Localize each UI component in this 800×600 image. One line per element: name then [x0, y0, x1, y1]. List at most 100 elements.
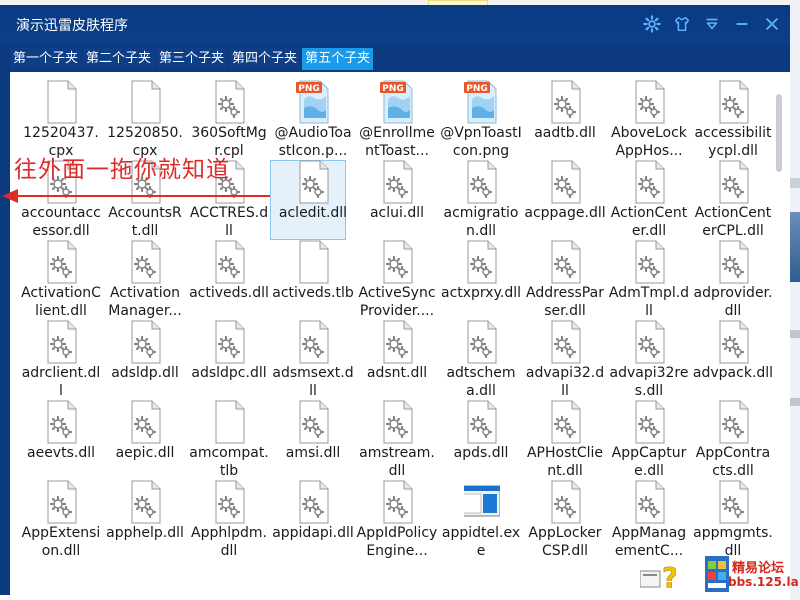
- file-item[interactable]: Apphlpdm.dll: [188, 480, 270, 560]
- file-item[interactable]: ActiveSyncProvider....: [356, 240, 438, 320]
- gear-file-icon: [548, 480, 584, 524]
- file-item[interactable]: PNG @AudioToastIcon.p...: [272, 80, 354, 160]
- file-name-label: appidtel.exe: [441, 525, 521, 559]
- gear-file-icon: [716, 80, 752, 124]
- file-name-label: acppage.dll: [524, 205, 606, 221]
- vertical-scrollbar-thumb[interactable]: [776, 94, 782, 172]
- file-item[interactable]: 360SoftMgr.cpl: [188, 80, 270, 160]
- gear-file-icon: [632, 80, 668, 124]
- file-item[interactable]: ActionCenterCPL.dll: [692, 160, 774, 240]
- svg-text:PNG: PNG: [466, 84, 488, 94]
- file-item[interactable]: AppExtension.dll: [20, 480, 102, 560]
- tab-1[interactable]: 第一个子夹: [10, 48, 82, 70]
- file-item[interactable]: AddressParser.dll: [524, 240, 606, 320]
- file-item[interactable]: adtschema.dll: [440, 320, 522, 400]
- file-item[interactable]: advapi32res.dll: [608, 320, 690, 400]
- file-item[interactable]: amcompat.tlb: [188, 400, 270, 480]
- file-item[interactable]: 12520437.cpx: [20, 80, 102, 160]
- file-item[interactable]: acmigration.dll: [440, 160, 522, 240]
- tab-4[interactable]: 第四个子夹: [229, 48, 301, 70]
- file-item[interactable]: activeds.tlb: [272, 240, 354, 320]
- file-item[interactable]: AppIdPolicyEngine...: [356, 480, 438, 560]
- file-item[interactable]: ActionCenter.dll: [608, 160, 690, 240]
- close-icon[interactable]: [762, 14, 782, 34]
- file-item[interactable]: appidtel.exe: [440, 480, 522, 560]
- file-item[interactable]: appmgmts.dll: [692, 480, 774, 560]
- file-name-label: aeevts.dll: [27, 445, 95, 461]
- watermark-title: 精易论坛: [732, 561, 785, 576]
- file-item[interactable]: AdmTmpl.dll: [608, 240, 690, 320]
- file-item[interactable]: accessibilitycpl.dll: [692, 80, 774, 160]
- file-name-label: ActionCenter.dll: [610, 205, 688, 239]
- menu-down-icon[interactable]: [702, 14, 722, 34]
- file-item[interactable]: acppage.dll: [524, 160, 606, 240]
- file-item[interactable]: adprovider.dll: [692, 240, 774, 320]
- title-bar[interactable]: 演示迅雷皮肤程序: [0, 5, 790, 43]
- file-name-label: adsldpc.dll: [191, 365, 267, 381]
- file-item[interactable]: AboveLockAppHos...: [608, 80, 690, 160]
- file-name-label: AppContracts.dll: [695, 445, 771, 479]
- svg-text:PNG: PNG: [382, 84, 404, 94]
- file-item[interactable]: ActivationManager...: [104, 240, 186, 320]
- file-item[interactable]: AppCapture.dll: [608, 400, 690, 480]
- file-item[interactable]: activeds.dll: [188, 240, 270, 320]
- png-file-icon: PNG: [380, 80, 416, 124]
- file-item[interactable]: actxprxy.dll: [440, 240, 522, 320]
- file-name-label: @VpnToastIcon.png: [440, 125, 522, 159]
- file-item[interactable]: apphelp.dll: [104, 480, 186, 560]
- gear-file-icon: [128, 400, 164, 444]
- gear-file-icon: [380, 400, 416, 444]
- file-item[interactable]: adsnt.dll: [356, 320, 438, 400]
- minimize-icon[interactable]: [732, 14, 752, 34]
- file-item[interactable]: amstream.dll: [356, 400, 438, 480]
- gear-file-icon: [44, 400, 80, 444]
- file-name-label: adsldp.dll: [111, 365, 179, 381]
- gear-file-icon: [716, 160, 752, 204]
- file-item[interactable]: ActivationClient.dll: [20, 240, 102, 320]
- gear-file-icon: [632, 240, 668, 284]
- skin-shirt-icon[interactable]: [672, 14, 692, 34]
- file-item[interactable]: acledit.dll: [272, 160, 354, 240]
- blank-file-icon: [128, 80, 164, 124]
- tab-2[interactable]: 第二个子夹: [83, 48, 155, 70]
- file-item[interactable]: AppContracts.dll: [692, 400, 774, 480]
- file-item[interactable]: PNG @VpnToastIcon.png: [440, 80, 522, 160]
- file-name-label: accessibilitycpl.dll: [694, 125, 772, 159]
- gear-file-icon: [128, 480, 164, 524]
- file-name-label: adsmsext.dll: [272, 365, 354, 399]
- file-item[interactable]: AppManagementC...: [608, 480, 690, 560]
- file-item[interactable]: advpack.dll: [692, 320, 774, 400]
- gear-file-icon: [380, 160, 416, 204]
- file-item[interactable]: adsldpc.dll: [188, 320, 270, 400]
- gear-file-icon: [44, 480, 80, 524]
- file-item[interactable]: advapi32.dll: [524, 320, 606, 400]
- file-item[interactable]: AppLockerCSP.dll: [524, 480, 606, 560]
- gear-file-icon: [632, 320, 668, 364]
- file-item[interactable]: adrclient.dll: [20, 320, 102, 400]
- file-name-label: AppCapture.dll: [611, 445, 687, 479]
- file-name-label: amsi.dll: [285, 445, 341, 461]
- file-name-label: adprovider.dll: [693, 285, 773, 319]
- settings-gear-icon[interactable]: [642, 14, 662, 34]
- file-item[interactable]: aadtb.dll: [524, 80, 606, 160]
- file-item[interactable]: adsmsext.dll: [272, 320, 354, 400]
- gear-file-icon: [716, 320, 752, 364]
- file-item[interactable]: appidapi.dll: [272, 480, 354, 560]
- file-name-label: AppExtension.dll: [21, 525, 101, 559]
- file-name-label: ActivationClient.dll: [21, 285, 101, 319]
- file-item[interactable]: apds.dll: [440, 400, 522, 480]
- file-item[interactable]: PNG @EnrollmentToast...: [356, 80, 438, 160]
- tab-3[interactable]: 第三个子夹: [156, 48, 228, 70]
- file-item[interactable]: aeevts.dll: [20, 400, 102, 480]
- file-name-label: activeds.tlb: [272, 285, 354, 301]
- file-name-label: aclui.dll: [369, 205, 425, 221]
- gear-file-icon: [548, 320, 584, 364]
- file-item[interactable]: 12520850.cpx: [104, 80, 186, 160]
- file-item[interactable]: amsi.dll: [272, 400, 354, 480]
- file-item[interactable]: APHostClient.dll: [524, 400, 606, 480]
- tab-5[interactable]: 第五个子夹: [302, 48, 374, 70]
- file-item[interactable]: aclui.dll: [356, 160, 438, 240]
- file-item[interactable]: aepic.dll: [104, 400, 186, 480]
- gear-file-icon: [128, 240, 164, 284]
- file-item[interactable]: adsldp.dll: [104, 320, 186, 400]
